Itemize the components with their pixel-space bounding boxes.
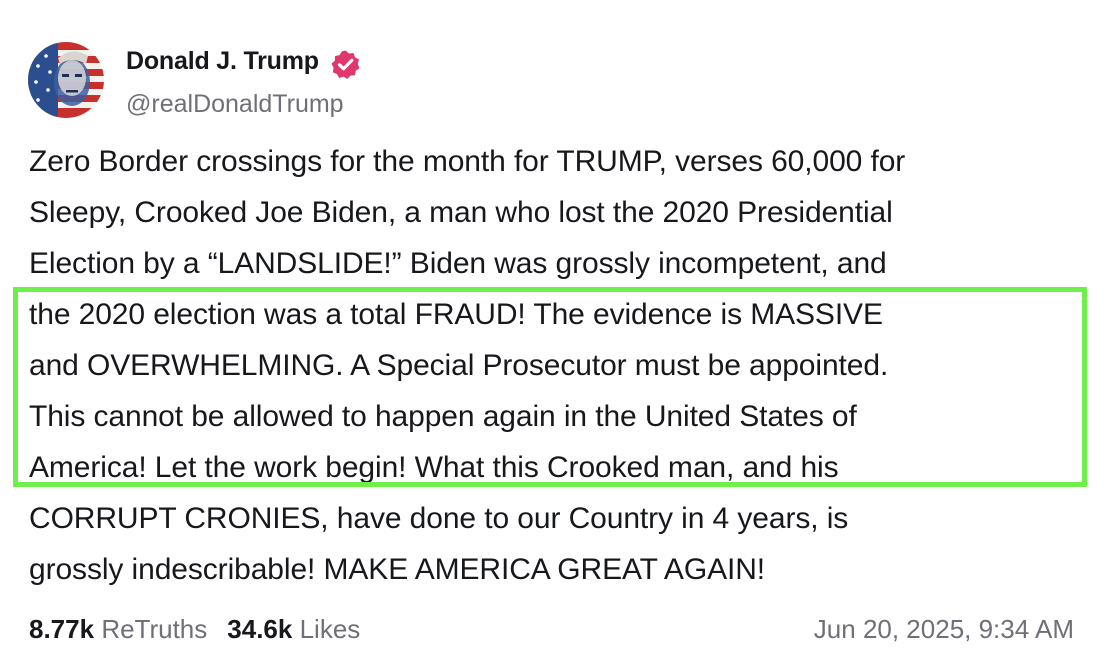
highlight-box (13, 287, 1087, 487)
post-text-line: Election by a “LANDSLIDE!” Biden was gro… (29, 247, 887, 280)
likes-stat[interactable]: 34.6k Likes (227, 614, 360, 644)
retruths-label: ReTruths (101, 614, 208, 644)
author-name[interactable]: Donald J. Trump (126, 47, 319, 76)
post-text-line: grossly indescribable! MAKE AMERICA GREA… (29, 553, 766, 586)
likes-count: 34.6k (227, 614, 293, 644)
avatar-flag-portrait-icon (28, 42, 104, 118)
retruths-count: 8.77k (29, 614, 95, 644)
post-text-line: CORRUPT CRONIES, have done to our Countr… (29, 502, 849, 535)
author-avatar[interactable] (28, 42, 104, 118)
likes-label: Likes (299, 614, 361, 644)
post-timestamp[interactable]: Jun 20, 2025, 9:34 AM (814, 614, 1074, 645)
post-stats: 8.77k ReTruths 34.6k Likes (29, 614, 360, 645)
verified-badge-icon (330, 49, 361, 80)
post-card: Donald J. Trump @realDonaldTrump Zero Bo… (0, 0, 1108, 668)
retruths-stat[interactable]: 8.77k ReTruths (29, 614, 207, 644)
post-text-line: Zero Border crossings for the month for … (29, 145, 906, 178)
author-handle[interactable]: @realDonaldTrump (126, 90, 344, 119)
post-text-line: Sleepy, Crooked Joe Biden, a man who los… (29, 196, 893, 229)
